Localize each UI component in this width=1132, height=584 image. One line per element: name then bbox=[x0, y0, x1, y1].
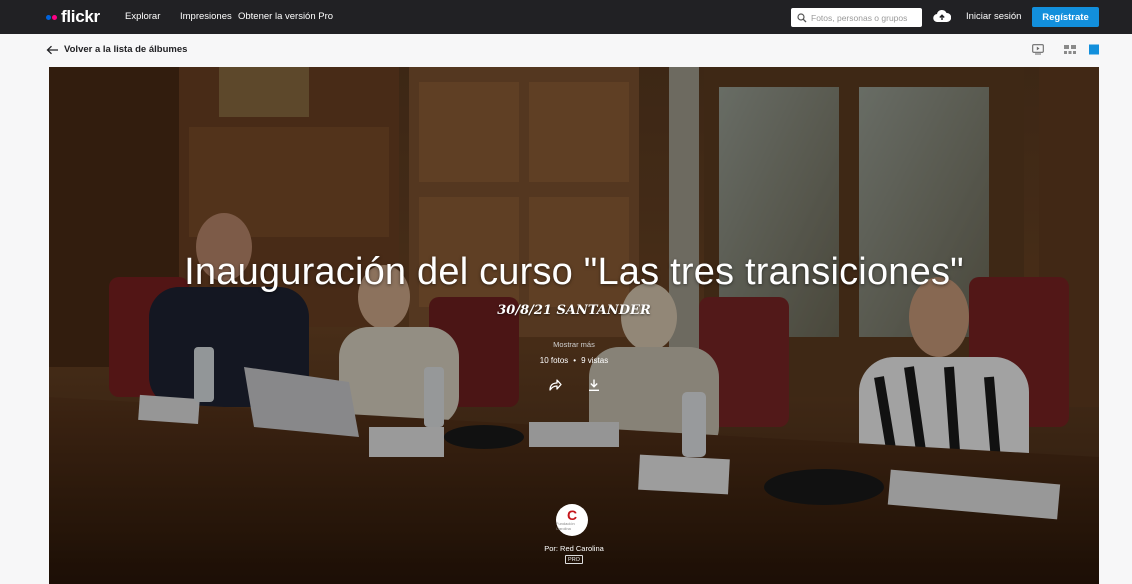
back-label: Volver a la lista de álbumes bbox=[64, 44, 188, 55]
view-count: 9 vistas bbox=[581, 356, 609, 365]
logo-dots bbox=[46, 14, 57, 20]
full-view-icon[interactable] bbox=[1089, 44, 1099, 55]
cloud-upload-icon[interactable] bbox=[933, 9, 951, 23]
logo-text: flickr bbox=[61, 7, 100, 26]
logo-dot-pink bbox=[52, 14, 57, 20]
download-icon[interactable] bbox=[587, 378, 601, 392]
share-icon[interactable] bbox=[548, 378, 562, 392]
owner-name[interactable]: Por: Red Carolina bbox=[49, 544, 1099, 553]
show-more-link[interactable]: Mostrar más bbox=[49, 340, 1099, 349]
search-icon bbox=[797, 12, 807, 22]
avatar-subtext: Fundación Carolina bbox=[556, 521, 575, 531]
signup-button[interactable]: Regístrate bbox=[1032, 7, 1099, 27]
album-stats: 10 fotos • 9 vistas bbox=[49, 356, 1099, 365]
grid-icon[interactable] bbox=[1064, 44, 1076, 55]
album-actions bbox=[49, 378, 1099, 392]
album-cover: Inauguración del curso "Las tres transic… bbox=[49, 67, 1099, 584]
back-to-albums-link[interactable]: Volver a la lista de álbumes bbox=[46, 44, 187, 55]
logo-dot-blue bbox=[46, 14, 51, 20]
owner-avatar[interactable]: C Fundación Carolina bbox=[556, 504, 588, 536]
nav-prints-link[interactable]: Impresiones bbox=[180, 11, 232, 22]
album-subbar: Volver a la lista de álbumes bbox=[0, 34, 1132, 67]
avatar-letter: C bbox=[566, 507, 578, 523]
stats-separator: • bbox=[573, 356, 577, 365]
flickr-logo[interactable]: flickr bbox=[46, 7, 100, 26]
nav-get-pro-link[interactable]: Obtener la versión Pro bbox=[238, 11, 333, 22]
slideshow-icon[interactable] bbox=[1032, 44, 1044, 55]
login-link[interactable]: Iniciar sesión bbox=[966, 11, 1021, 22]
pro-badge: PRO bbox=[565, 555, 583, 564]
photo-count: 10 fotos bbox=[539, 356, 569, 365]
nav-explore-link[interactable]: Explorar bbox=[125, 11, 160, 22]
arrow-left-icon bbox=[46, 45, 58, 54]
album-title: Inauguración del curso "Las tres transic… bbox=[184, 251, 964, 293]
album-description: 30/8/21 SANTANDER bbox=[497, 303, 651, 318]
search-input[interactable] bbox=[811, 12, 911, 23]
search-box[interactable] bbox=[791, 8, 922, 27]
top-navbar: flickr Explorar Impresiones Obtener la v… bbox=[0, 0, 1132, 34]
album-info: Inauguración del curso "Las tres transic… bbox=[49, 67, 1099, 584]
